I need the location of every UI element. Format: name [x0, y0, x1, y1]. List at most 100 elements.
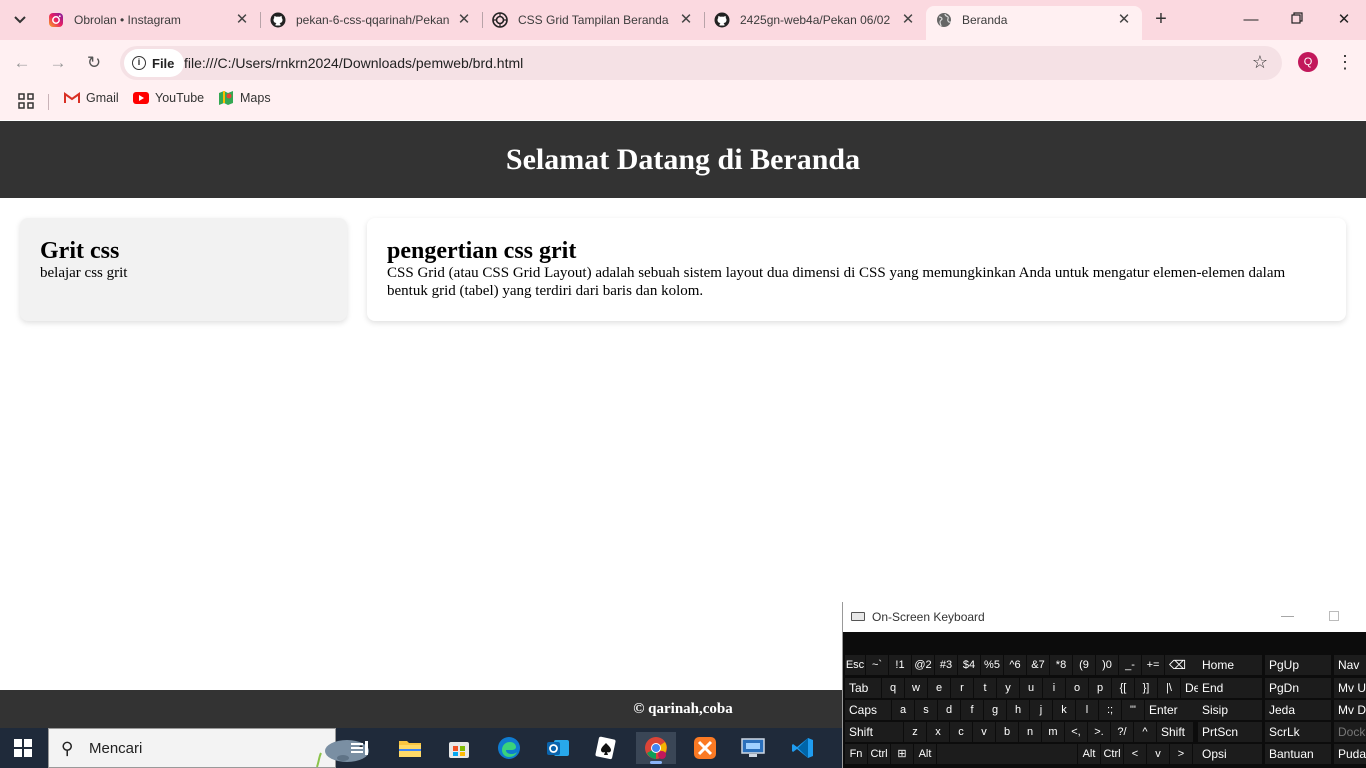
osk-key[interactable]: s	[915, 700, 937, 720]
browser-menu-button[interactable]: ⋮	[1336, 50, 1354, 74]
bookmark-gmail[interactable]: Gmail	[64, 91, 119, 105]
osk-nav-key[interactable]: PgDn	[1265, 678, 1331, 698]
task-view-button[interactable]	[340, 732, 380, 764]
bookmark-maps[interactable]: Maps	[218, 91, 271, 105]
osk-nav-key[interactable]: ScrLk	[1265, 722, 1331, 742]
minimize-button[interactable]: —	[1241, 10, 1261, 30]
edge-button[interactable]	[489, 732, 529, 764]
osk-key[interactable]: Alt	[1078, 744, 1100, 764]
tab-close-icon[interactable]: ✕	[234, 12, 250, 28]
osk-key[interactable]: e	[928, 678, 950, 698]
osk-nav-key[interactable]: PrtScn	[1198, 722, 1262, 742]
osk-key[interactable]: }]	[1135, 678, 1157, 698]
osk-key[interactable]: x	[927, 722, 949, 742]
osk-key[interactable]: Esc	[845, 655, 865, 675]
osk-key[interactable]: >.	[1088, 722, 1110, 742]
osk-key[interactable]: u	[1020, 678, 1042, 698]
close-window-button[interactable]: ✕	[1334, 10, 1354, 30]
osk-key[interactable]: ⊞	[891, 744, 913, 764]
osk-key[interactable]: Ctrl	[1101, 744, 1123, 764]
osk-key[interactable]: <,	[1065, 722, 1087, 742]
tab-beranda[interactable]: Beranda ✕	[926, 6, 1142, 40]
restore-button[interactable]	[1287, 10, 1307, 30]
new-tab-button[interactable]: +	[1150, 8, 1172, 30]
osk-minimize-button[interactable]: —	[1281, 608, 1294, 623]
forward-button[interactable]: →	[46, 51, 70, 75]
osk-key[interactable]: Alt	[914, 744, 936, 764]
osk-maximize-button[interactable]	[1329, 611, 1339, 621]
osk-key[interactable]: h	[1007, 700, 1029, 720]
osk-key[interactable]: <	[1124, 744, 1146, 764]
osk-key[interactable]: n	[1019, 722, 1041, 742]
osk-key[interactable]: Caps	[845, 700, 891, 720]
tab-css-grid[interactable]: CSS Grid Tampilan Beranda ✕	[482, 6, 704, 34]
osk-key[interactable]: &7	[1027, 655, 1049, 675]
osk-key[interactable]: q	[882, 678, 904, 698]
osk-key[interactable]: )0	[1096, 655, 1118, 675]
osk-key[interactable]: j	[1030, 700, 1052, 720]
windows-start-icon[interactable]	[14, 739, 32, 757]
site-info-chip[interactable]: i File	[124, 49, 185, 77]
osk-key[interactable]: !1	[889, 655, 911, 675]
osk-key[interactable]: y	[997, 678, 1019, 698]
osk-nav-key[interactable]: Mv Dn	[1334, 700, 1366, 720]
osk-key[interactable]: ^	[1134, 722, 1156, 742]
tab-close-icon[interactable]: ✕	[900, 12, 916, 28]
back-button[interactable]: ←	[10, 51, 34, 75]
outlook-button[interactable]	[538, 732, 578, 764]
osk-key[interactable]: {[	[1112, 678, 1134, 698]
osk-key[interactable]: c	[950, 722, 972, 742]
osk-nav-key[interactable]: Puda	[1334, 744, 1366, 764]
osk-key[interactable]: f	[961, 700, 983, 720]
osk-key[interactable]: w	[905, 678, 927, 698]
profile-avatar[interactable]: Q	[1298, 52, 1318, 72]
osk-key[interactable]: Tab	[845, 678, 881, 698]
osk-key[interactable]: ⌫	[1165, 655, 1201, 675]
tab-instagram[interactable]: Obrolan • Instagram ✕	[38, 6, 260, 34]
osk-key[interactable]: "'	[1122, 700, 1144, 720]
xampp-button[interactable]	[685, 732, 725, 764]
apps-grid-icon[interactable]	[18, 93, 34, 109]
osk-key[interactable]: $4	[958, 655, 980, 675]
osk-key[interactable]: z	[904, 722, 926, 742]
osk-key[interactable]: l	[1076, 700, 1098, 720]
osk-key[interactable]: g	[984, 700, 1006, 720]
osk-key[interactable]: ^6	[1004, 655, 1026, 675]
osk-key[interactable]: r	[951, 678, 973, 698]
tab-close-icon[interactable]: ✕	[456, 12, 472, 28]
solitaire-button[interactable]	[586, 732, 626, 764]
osk-key[interactable]: +=	[1142, 655, 1164, 675]
osk-key[interactable]: ~`	[866, 655, 888, 675]
osk-key[interactable]: Shift	[1157, 722, 1193, 742]
osk-key[interactable]: %5	[981, 655, 1003, 675]
osk-nav-key[interactable]: End	[1198, 678, 1262, 698]
osk-key[interactable]: _-	[1119, 655, 1141, 675]
osk-key[interactable]: k	[1053, 700, 1075, 720]
address-bar[interactable]: i File file:///C:/Users/rnkrn2024/Downlo…	[120, 46, 1282, 80]
osk-key[interactable]: :;	[1099, 700, 1121, 720]
store-button[interactable]	[439, 732, 479, 764]
file-explorer-button[interactable]	[390, 732, 430, 764]
chrome-button[interactable]	[636, 732, 676, 764]
tab-search-button[interactable]	[8, 8, 32, 32]
osk-key[interactable]: (9	[1073, 655, 1095, 675]
osk-key[interactable]: ?/	[1111, 722, 1133, 742]
osk-title-bar[interactable]: On-Screen Keyboard —	[843, 602, 1366, 632]
osk-key[interactable]: v	[973, 722, 995, 742]
tab-close-icon[interactable]: ✕	[678, 12, 694, 28]
osk-key[interactable]: #3	[935, 655, 957, 675]
osk-nav-key[interactable]: Mv Up	[1334, 678, 1366, 698]
osk-key[interactable]: m	[1042, 722, 1064, 742]
osk-key[interactable]: Enter	[1145, 700, 1203, 720]
osk-key[interactable]: |\	[1158, 678, 1180, 698]
osk-nav-key[interactable]: Sisip	[1198, 700, 1262, 720]
osk-key[interactable]: Fn	[845, 744, 867, 764]
tab-github-web4a[interactable]: 2425gn-web4a/Pekan 06/02 ✕	[704, 6, 926, 34]
url-text[interactable]: file:///C:/Users/rnkrn2024/Downloads/pem…	[184, 55, 523, 71]
osk-key[interactable]: d	[938, 700, 960, 720]
osk-key[interactable]: a	[892, 700, 914, 720]
remote-desktop-button[interactable]	[733, 732, 773, 764]
tab-github-pekan[interactable]: pekan-6-css-qqarinah/Pekan ✕	[260, 6, 482, 34]
tab-close-icon[interactable]: ✕	[1116, 12, 1132, 28]
osk-nav-key[interactable]: Home	[1198, 655, 1262, 675]
